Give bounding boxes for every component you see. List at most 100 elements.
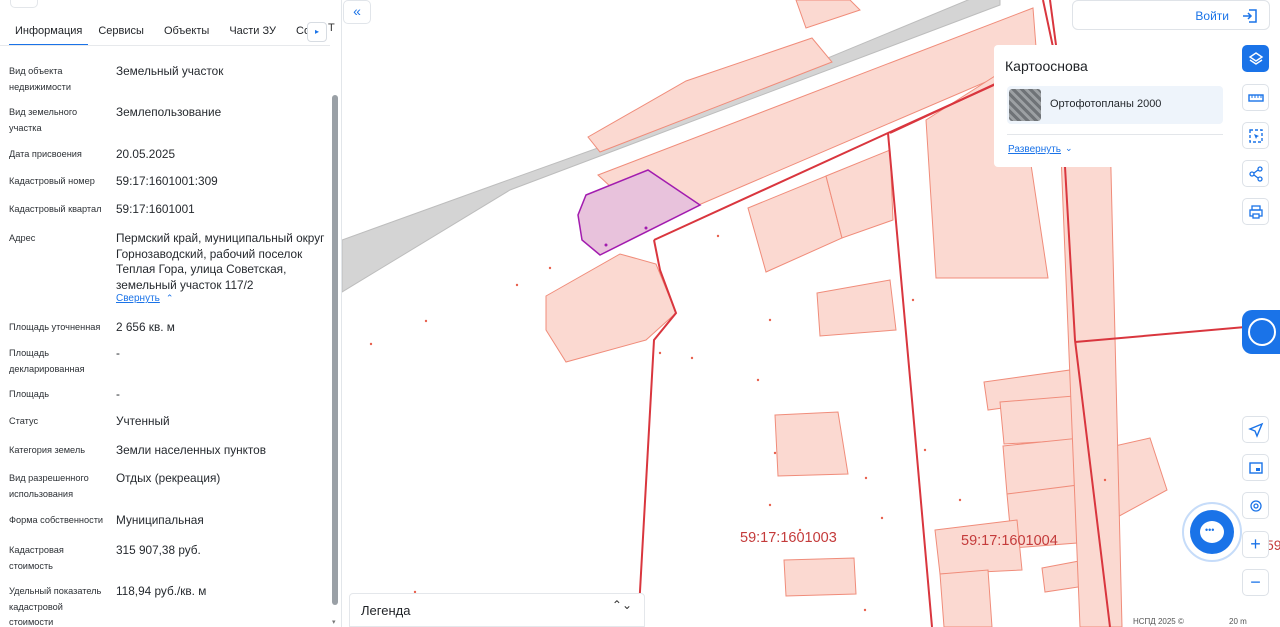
property-label: Статус [9,416,39,426]
orthophoto-thumbnail [1009,89,1041,121]
property-value: 315 907,38 руб. [116,543,201,557]
map-attribution: НСПД 2025 © 20 m [1129,617,1280,627]
measure-button[interactable] [1242,84,1269,111]
property-value: Земли населенных пунктов [116,443,267,457]
login-button[interactable]: Войти [1072,0,1270,30]
parcel-point [604,243,608,247]
login-label: Войти [1195,9,1229,23]
property-label: Площадь уточненная [9,322,101,332]
zoom-in-button[interactable]: + [1242,531,1269,558]
parcel [795,0,861,29]
tab-objects[interactable]: Объекты [154,18,219,45]
chevron-down-icon: ⌄ [1065,143,1073,153]
basemap-option-orthophoto[interactable]: Ортофотопланы 2000 [1007,86,1223,124]
property-value: 20.05.2025 [116,147,176,161]
property-value: Землепользование [116,105,222,119]
divider [1007,134,1223,135]
quarter-label-1601003: 59:17:1601003 [740,530,837,546]
cadastral-quarter-value[interactable]: 59:17:1601001 [116,202,326,218]
chat-dots: ••• [1205,525,1215,535]
zoom-out-icon: − [1250,572,1261,592]
collapse-panel-button[interactable]: « [343,0,371,24]
address-collapse-link[interactable]: Свернуть ⌃ [116,293,173,304]
fingerprint-icon [1250,500,1262,512]
select-area-icon [1249,129,1263,143]
parcel [545,253,677,363]
property-label: Вид разрешенного использования [9,473,89,499]
tab-overflow-text: Т [328,22,335,34]
expand-collapse-icon: ⌃⌄ [611,598,632,612]
basemap-title: Картооснова [1005,58,1088,74]
layers-button[interactable] [1242,45,1269,72]
panel-top-button[interactable] [10,0,38,8]
minimap-button[interactable] [1242,454,1269,481]
ruler-icon [1248,94,1264,102]
tab-land-parts[interactable]: Части ЗУ [219,18,286,45]
road-strip [342,0,1001,293]
property-label: Адрес [9,233,36,243]
property-label: Кадастровая стоимость [9,545,64,571]
property-label: Вид объекта недвижимости [9,66,71,92]
print-button[interactable] [1242,198,1269,225]
property-value: Земельный участок [116,64,224,78]
property-label: Категория земель [9,445,85,455]
login-icon [1243,9,1257,23]
property-value: Отдых (рекреация) [116,471,221,485]
property-label: Вид земельного участка [9,107,78,133]
print-icon [1249,205,1263,219]
share-icon [1249,166,1263,182]
scale-label: 20 m [1229,617,1247,626]
scroll-down-arrow-icon[interactable]: ▾ [332,618,338,626]
quarter-line [887,132,933,627]
minimap-icon [1249,462,1263,474]
chat-button[interactable]: ••• [1190,510,1234,554]
assistant-icon [1248,318,1276,346]
locate-button[interactable] [1242,416,1269,443]
property-value: Муниципальная [116,513,204,527]
quarter-label-1601004: 59:17:1601004 [961,533,1058,549]
panel-scrollbar[interactable] [332,95,338,605]
property-value: 2 656 кв. м [116,320,175,334]
chevron-up-icon: ⌃ [165,293,174,303]
legend-label: Легенда [361,603,411,618]
property-label: Форма собственности [9,515,104,525]
legend-toggle[interactable]: Легенда ⌃⌄ [349,593,645,627]
parcel-point [644,226,648,230]
info-tabs: Информация Сервисы Объекты Части ЗУ Сост… [0,18,330,46]
basemap-panel: Картооснова Ортофотопланы 2000 Развернут… [994,45,1232,167]
layers-icon [1248,52,1264,65]
zoom-out-button[interactable]: − [1242,569,1269,596]
collapse-panel-icon: « [353,3,361,19]
tab-services[interactable]: Сервисы [88,18,154,45]
property-label: Кадастровый квартал [9,204,102,214]
zoom-in-icon: + [1250,534,1261,554]
parcel [939,569,993,627]
select-area-button[interactable] [1242,122,1269,149]
share-button[interactable] [1242,160,1269,187]
property-value: Учтенный [116,414,170,428]
address-value: Пермский край, муниципальный округ Горно… [116,231,325,292]
basemap-expand-link[interactable]: Развернуть [1008,144,1061,155]
parcel [816,279,897,337]
parcel [774,411,849,477]
cadastral-number-value[interactable]: 59:17:1601001:309 [116,174,326,190]
basemap-option-label: Ортофотопланы 2000 [1050,98,1162,110]
parcel [999,395,1079,445]
parcel [783,557,857,597]
property-label: Площадь декларированная [9,348,85,374]
address-collapse-label: Свернуть [116,293,160,304]
property-label: Кадастровый номер [9,176,95,186]
tabs-scroll-right-button[interactable]: ▸ [307,22,327,42]
property-label: Удельный показатель кадастровой стоимост… [9,586,102,627]
property-label: Дата присвоения [9,149,82,159]
tab-info[interactable]: Информация [9,18,89,45]
info-panel: Информация Сервисы Объекты Части ЗУ Сост… [0,0,342,627]
assistant-widget[interactable] [1242,310,1280,354]
app-root: Информация Сервисы Объекты Части ЗУ Сост… [0,0,1280,627]
property-value: 118,94 руб./кв. м [116,584,207,598]
attribution-text: НСПД 2025 © [1133,617,1184,626]
locate-icon [1248,422,1264,438]
property-value: - [116,387,120,401]
fingerprint-button[interactable] [1242,492,1269,519]
property-label: Площадь [9,389,49,399]
